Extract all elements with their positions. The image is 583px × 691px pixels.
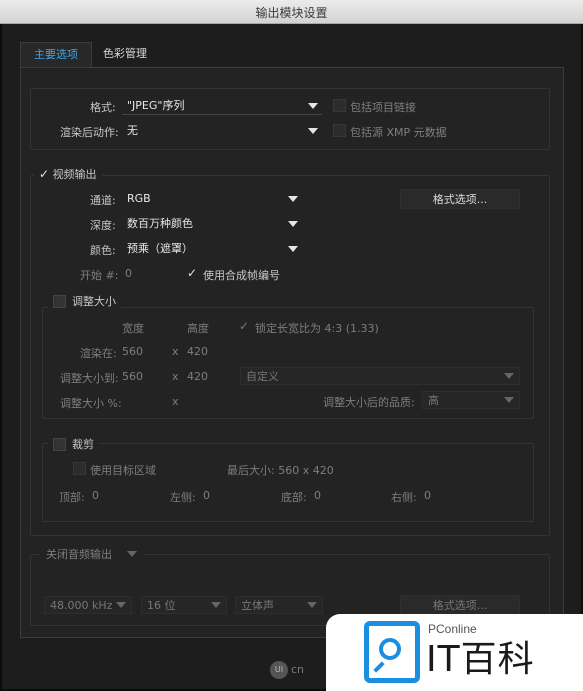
audio-mode-value: 关闭音频输出 [46,548,112,561]
it-baike-label: IT百科 [426,639,535,680]
uicn-logo-suffix: cn [291,663,305,676]
audio-format-options-button[interactable]: 格式选项... [400,595,520,615]
crop-left-label: 左侧: [170,491,196,504]
chevron-down-icon [308,128,318,134]
crop-header: 裁剪 [48,436,99,452]
chevron-down-icon [288,221,298,227]
color-value: 预乘（遮罩） [127,242,193,255]
crop-top-value[interactable]: 0 [92,489,99,502]
crop-title: 裁剪 [72,438,94,451]
resize-to-label: 调整大小到: [60,372,119,385]
post-render-dropdown[interactable]: 无 [122,122,322,140]
chevron-down-icon [288,196,298,202]
crop-right-label: 右侧: [391,491,417,504]
format-value: "JPEG"序列 [127,99,185,112]
render-at-label: 渲染在: [80,347,117,360]
audio-channels-value: 立体声 [241,599,274,612]
resize-quality-value: 高 [428,394,439,407]
lock-aspect-check-icon[interactable]: ✓ [239,319,249,333]
crop-left-value[interactable]: 0 [203,489,210,502]
chevron-down-icon [307,602,317,608]
render-at-x: x [172,345,179,358]
resize-quality-label: 调整大小后的品质: [323,396,415,409]
chevron-down-icon [116,602,126,608]
audio-rate-dropdown[interactable]: 48.000 kHz [44,596,132,614]
resize-preset-dropdown[interactable]: 自定义 [240,367,520,385]
channels-dropdown[interactable]: RGB [122,190,302,208]
include-project-link-checkbox[interactable] [333,99,346,112]
start-frame-label: 开始 #: [80,269,119,282]
depth-label: 深度: [90,219,116,232]
pconline-label: PConline [428,622,477,636]
chevron-down-icon [288,246,298,252]
format-dropdown[interactable]: "JPEG"序列 [122,97,322,115]
depth-dropdown[interactable]: 数百万种颜色 [122,215,302,233]
channels-label: 通道: [90,194,116,207]
chevron-down-icon [308,103,318,109]
video-output-title: 视频输出 [52,168,97,181]
magnifier-logo-icon [364,621,420,683]
width-header: 宽度 [122,322,144,335]
post-render-label: 渲染后动作: [60,126,119,139]
color-dropdown[interactable]: 预乘（遮罩） [122,240,302,258]
tab-main-options[interactable]: 主要选项 [20,42,92,68]
resize-to-x: x [172,370,179,383]
resize-to-width[interactable]: 560 [122,370,143,383]
pconline-watermark: PConline IT百科 [326,614,583,691]
height-header: 高度 [187,322,209,335]
audio-bits-value: 16 位 [147,599,176,612]
resize-percent-label: 调整大小 %: [60,397,122,410]
audio-mode-dropdown[interactable]: 关闭音频输出 [40,545,143,563]
chevron-down-icon [127,551,137,557]
lock-aspect-label: 锁定长宽比为 4:3 (1.33) [255,322,379,335]
tab-color-management[interactable]: 色彩管理 [90,42,160,68]
chevron-down-icon [211,602,221,608]
resize-title: 调整大小 [72,295,116,308]
crop-checkbox[interactable] [53,437,66,451]
resize-preset-value: 自定义 [246,370,279,383]
audio-channels-dropdown[interactable]: 立体声 [235,596,323,614]
include-xmp-checkbox[interactable] [333,124,346,137]
crop-right-value[interactable]: 0 [424,489,431,502]
resize-percent-x: x [172,395,179,408]
depth-value: 数百万种颜色 [127,217,193,230]
resize-quality-dropdown[interactable]: 高 [422,391,520,409]
audio-rate-value: 48.000 kHz [50,599,113,612]
include-project-link-label: 包括项目链接 [350,101,416,114]
crop-bottom-label: 底部: [281,491,307,504]
video-format-options-button[interactable]: 格式选项... [400,189,520,209]
resize-to-height[interactable]: 420 [187,370,208,383]
render-at-width: 560 [122,345,143,358]
audio-bits-dropdown[interactable]: 16 位 [141,596,227,614]
resize-header: 调整大小 [48,293,121,309]
include-xmp-label: 包括源 XMP 元数据 [350,126,447,139]
use-roi-checkbox[interactable] [73,462,86,475]
check-icon[interactable]: ✓ [39,167,49,181]
format-label: 格式: [90,101,116,114]
use-roi-label: 使用目标区域 [90,464,156,477]
use-comp-frame-label: 使用合成帧编号 [203,269,280,282]
render-at-height: 420 [187,345,208,358]
video-output-header: ✓ 视频输出 [34,166,102,182]
resize-checkbox[interactable] [53,294,66,308]
post-render-value: 无 [127,124,138,137]
window-title: 输出模块设置 [0,0,583,24]
start-frame-value[interactable]: 0 [125,267,132,280]
use-comp-frame-check-icon[interactable]: ✓ [187,266,197,280]
crop-group [42,443,534,522]
crop-bottom-value[interactable]: 0 [314,489,321,502]
channels-value: RGB [127,192,151,205]
chevron-down-icon [504,397,514,403]
uicn-logo-icon: UI [270,661,288,679]
crop-top-label: 顶部: [59,491,85,504]
final-size-label: 最后大小: 560 x 420 [227,464,334,477]
chevron-down-icon [504,373,514,379]
color-label: 颜色: [90,244,116,257]
